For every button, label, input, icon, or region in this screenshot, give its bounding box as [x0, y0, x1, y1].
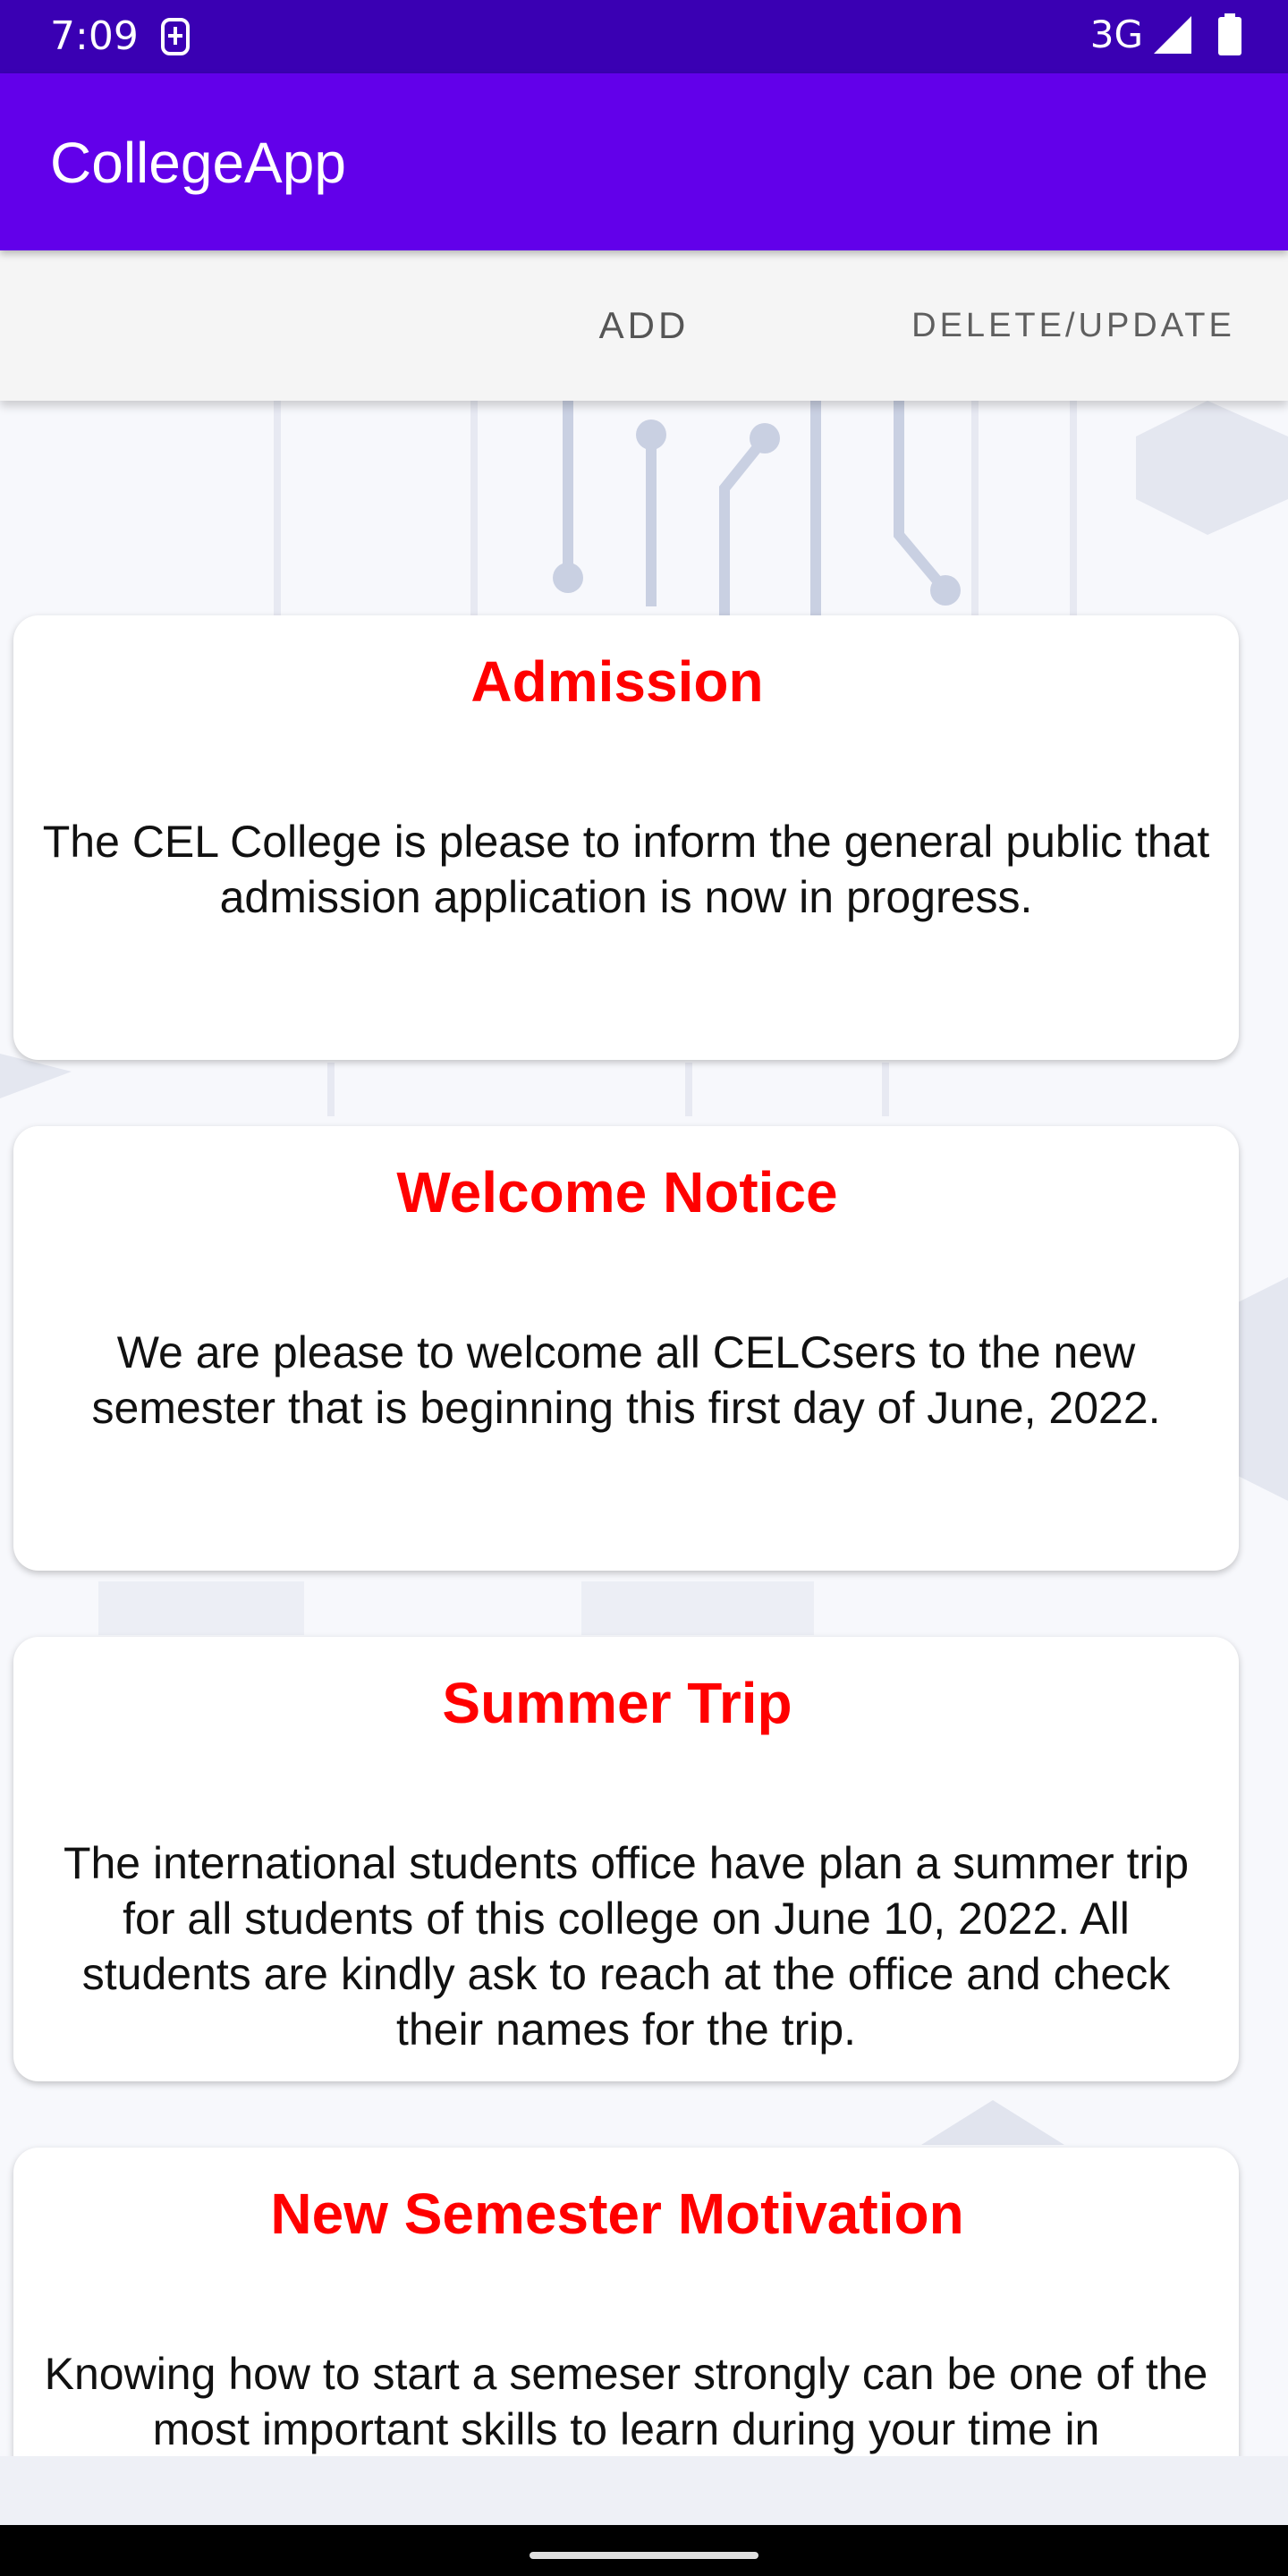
home-gesture-handle[interactable] — [530, 2552, 758, 2559]
notice-body: We are please to welcome all CELCsers to… — [91, 1327, 1161, 1433]
sim-card-icon — [161, 18, 190, 55]
notice-card[interactable]: Welcome Notice We are please to welcome … — [13, 1126, 1239, 1571]
app-title: CollegeApp — [50, 131, 346, 195]
notice-body: The CEL College is please to inform the … — [42, 817, 1210, 922]
status-time: 7:09 — [50, 13, 139, 59]
notice-body: The international students office have p… — [63, 1838, 1190, 2055]
status-indicators: 3G — [1090, 13, 1243, 57]
notice-body: Knowing how to start a semeser strongly … — [44, 2349, 1208, 2454]
bottom-strip — [0, 2456, 1288, 2525]
notice-title: Admission — [470, 649, 764, 714]
system-nav-bar — [0, 2525, 1288, 2576]
battery-icon — [1218, 13, 1241, 55]
notice-title: New Semester Motivation — [270, 2182, 964, 2246]
signal-icon — [1154, 16, 1191, 54]
notice-title: Welcome Notice — [396, 1160, 838, 1224]
status-bar: 7:09 3G — [0, 0, 1288, 73]
notice-card[interactable]: Admission The CEL College is please to i… — [13, 615, 1239, 1060]
notice-list[interactable]: Admission The CEL College is please to i… — [0, 401, 1288, 2456]
network-type: 3G — [1089, 13, 1143, 56]
notice-card[interactable]: Summer Trip The international students o… — [13, 1637, 1239, 2081]
tab-add[interactable]: ADD — [501, 250, 787, 401]
tab-delete-update[interactable]: DELETE/UPDATE — [868, 250, 1279, 401]
app-bar: CollegeApp — [0, 73, 1288, 250]
tab-bar: ADD DELETE/UPDATE — [0, 250, 1288, 401]
notice-title: Summer Trip — [442, 1671, 792, 1735]
notice-card[interactable]: New Semester Motivation Knowing how to s… — [13, 2148, 1239, 2456]
